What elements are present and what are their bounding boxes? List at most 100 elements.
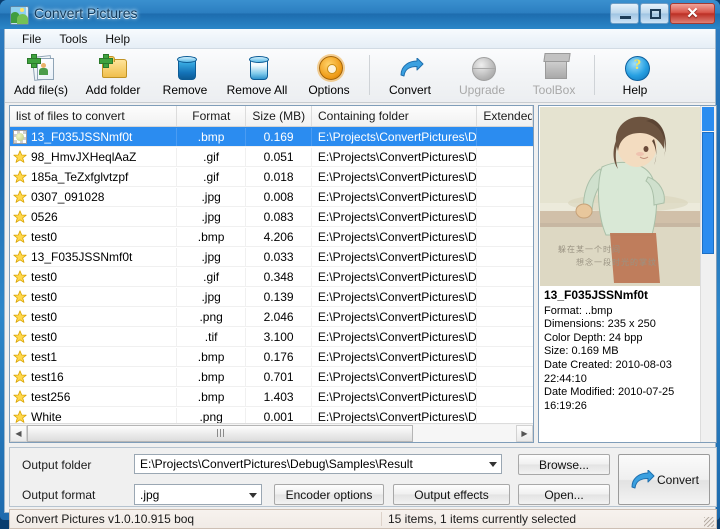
column-header-size[interactable]: Size (MB) [246,106,313,126]
status-bar: Convert Pictures v1.0.10.915 boq 15 item… [9,509,717,529]
cell-size: 0.008 [246,187,312,206]
table-row[interactable]: 13_F035JSSNmf0t .jpg 0.033 E:\Projects\Conv… [10,247,533,267]
toolbar-remove-button[interactable]: Remove [149,52,221,101]
minimize-button[interactable] [610,3,639,24]
table-row[interactable]: 98_HmvJXHeqlAaZ .gif 0.051 E:\Projects\Conv… [10,147,533,167]
window-controls: ✕ [609,3,715,25]
table-row[interactable]: test0 .png 2.046 E:\Projects\ConvertPicture… [10,307,533,327]
cell-file-name: 0307_091028 [31,189,105,204]
cell-format: .bmp [177,367,247,386]
toolbar: Add file(s) Add folder Remove Remove All… [5,49,715,103]
add-folder-icon [98,54,128,82]
cell-file-name: 185a_TeZxfglvtzpf [31,169,129,184]
table-row[interactable]: White .png 0.001 E:\Projects\ConvertPicture… [10,407,533,423]
star-icon [13,249,27,264]
status-items: 15 items, 1 items currently selected [388,512,577,526]
cell-size: 4.206 [246,227,312,246]
menu-tools[interactable]: Tools [50,30,96,48]
toolbar-separator [369,55,370,95]
output-format-value: .jpg [140,487,160,502]
scroll-right-arrow[interactable]: ▶ [516,424,533,442]
table-row[interactable]: test1 .bmp 0.176 E:\Projects\ConvertPicture… [10,347,533,367]
menu-help[interactable]: Help [96,30,139,48]
scrollbar-thumb[interactable] [27,424,414,442]
star-icon [13,209,27,224]
cell-size: 0.348 [246,267,312,286]
star-icon [13,409,27,424]
preview-caption-line1: 躲在某一个时间 [558,245,621,254]
cell-folder: E:\Projects\ConvertPictures\Debug\Sample… [312,387,478,406]
cell-size: 0.051 [246,147,312,166]
output-panel: Output folder E:\Projects\ConvertPicture… [9,447,717,507]
preview-scroll-thumb[interactable] [702,132,714,254]
scrollbar-track[interactable] [27,424,516,442]
table-row[interactable]: 185a_TeZxfglvtzpf .gif 0.018 E:\Projects\Co… [10,167,533,187]
cell-file-name: test1 [31,349,58,364]
cell-size: 1.403 [246,387,312,406]
star-icon [13,389,27,404]
convert-button[interactable]: Convert [618,454,710,505]
toolbar-remove-all-button[interactable]: Remove All [221,52,293,101]
preview-scroll-top[interactable] [702,107,714,131]
toolbar-convert-button[interactable]: Convert [374,52,446,101]
scroll-left-arrow[interactable]: ◀ [10,424,27,442]
horizontal-scrollbar[interactable]: ◀ ▶ [10,423,533,442]
encoder-options-button[interactable]: Encoder options [274,484,384,505]
toolbar-upgrade-button[interactable]: Upgrade [446,52,518,101]
cell-size: 0.176 [246,347,312,366]
maximize-button[interactable] [640,3,669,24]
open-button[interactable]: Open... [518,484,610,505]
table-row[interactable]: test16 .bmp 0.701 E:\Projects\ConvertPictur… [10,367,533,387]
cell-format: .jpg [177,287,247,306]
star-icon [13,229,27,244]
close-button[interactable]: ✕ [670,3,715,24]
table-row[interactable]: test0 .gif 0.348 E:\Projects\ConvertPicture… [10,267,533,287]
cell-file-name: test0 [31,329,58,344]
toolbar-add-folder-button[interactable]: Add folder [77,52,149,101]
convert-arrow-icon [629,469,655,490]
status-version: Convert Pictures v1.0.10.915 boq [10,512,382,526]
preview-vertical-scrollbar[interactable] [700,106,716,442]
cell-format: .jpg [177,247,247,266]
output-format-combo[interactable]: .jpg [134,484,262,505]
table-row[interactable]: test256 .bmp 1.403 E:\Projects\ConvertPictu… [10,387,533,407]
preview-color-depth: Color Depth: 24 bpp [544,331,643,344]
toolbar-add-files-button[interactable]: Add file(s) [5,52,77,101]
convert-button-label: Convert [656,472,700,487]
column-header-folder[interactable]: Containing folder [312,106,478,126]
file-list[interactable]: list of files to convert Format Size (MB… [9,105,534,443]
preview-panel: 躲在某一个时间 想念一段时光的掌纹 13_F035JSSNmf0t Format… [538,105,717,443]
table-row[interactable]: test0 .bmp 4.206 E:\Projects\ConvertPicture… [10,227,533,247]
table-row[interactable]: 0526 .jpg 0.083 E:\Projects\ConvertPictures… [10,207,533,227]
menu-file[interactable]: File [13,30,50,48]
column-header-extended[interactable]: Extended [477,106,533,126]
table-row[interactable]: 13_F035JSSNmf0t .bmp 0.169 E:\Projects\Conv… [10,127,533,147]
toolbar-options-button[interactable]: Options [293,52,365,101]
preview-date-created-time: 22:44:10 [544,372,587,385]
output-folder-combo[interactable]: E:\Projects\ConvertPictures\Debug\Sample… [134,454,502,474]
file-list-header: list of files to convert Format Size (MB… [10,106,533,127]
cell-folder: E:\Projects\ConvertPictures\Debug\Sample… [312,147,478,166]
toolbar-label: Add file(s) [13,83,69,97]
cell-folder: E:\Projects\ConvertPictures\Debug\Sample… [312,327,478,346]
toolbar-label: Help [622,83,648,97]
resize-grip-icon[interactable] [704,517,714,527]
browse-button[interactable]: Browse... [518,454,610,475]
column-header-name[interactable]: list of files to convert [10,106,178,126]
table-row[interactable]: 0307_091028 .jpg 0.008 E:\Projects\ConvertP… [10,187,533,207]
cell-file-name: test0 [31,309,58,324]
table-row[interactable]: test0 .jpg 0.139 E:\Projects\ConvertPicture… [10,287,533,307]
file-list-body[interactable]: 13_F035JSSNmf0t .bmp 0.169 E:\Projects\Conv… [10,127,533,423]
cell-size: 3.100 [246,327,312,346]
column-header-format[interactable]: Format [177,106,247,126]
table-row[interactable]: test0 .tif 3.100 E:\Projects\ConvertPicture… [10,327,533,347]
cell-size: 0.701 [246,367,312,386]
output-effects-button[interactable]: Output effects [393,484,510,505]
toolbar-help-button[interactable]: Help [599,52,671,101]
toolbar-separator [594,55,595,95]
cell-size: 0.169 [246,127,312,146]
star-icon [13,309,27,324]
cell-format: .gif [177,147,247,166]
toolbar-toolbox-button[interactable]: ToolBox [518,52,590,101]
cell-size: 0.083 [246,207,312,226]
